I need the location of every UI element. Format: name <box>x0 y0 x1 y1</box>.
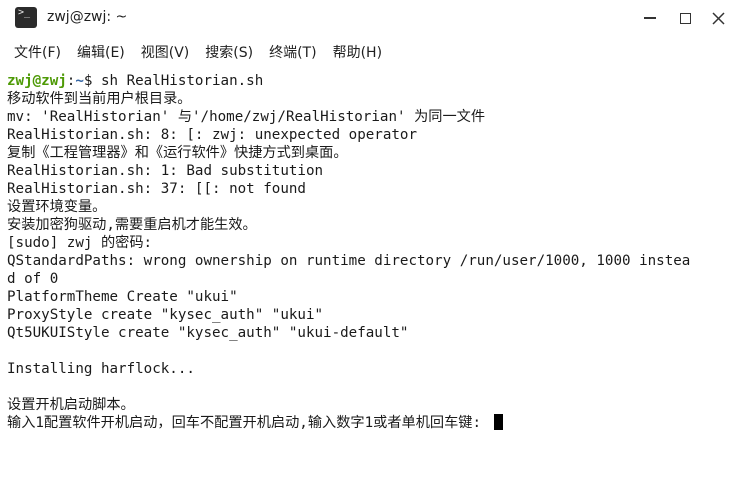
prompt-user: zwj@zwj <box>7 73 67 89</box>
output-line: RealHistorian.sh: 1: Bad substitution <box>7 163 324 179</box>
window-title: zwj@zwj: ~ <box>47 9 128 25</box>
prompt-path: ~ <box>75 73 84 89</box>
menu-search[interactable]: 搜索(S) <box>205 42 253 62</box>
maximize-button[interactable] <box>672 6 698 30</box>
minimize-icon <box>644 17 656 19</box>
input-prompt: 输入1配置软件开机启动，回车不配置开机启动,输入数字1或者单机回车键: <box>7 415 490 431</box>
output-line: Installing harflock... <box>7 361 195 377</box>
output-line: ProxyStyle create "kysec_auth" "ukui" <box>7 307 324 323</box>
menu-file[interactable]: 文件(F) <box>14 42 61 62</box>
menu-view[interactable]: 视图(V) <box>141 42 190 62</box>
title-bar[interactable]: >_ zwj@zwj: ~ <box>1 0 730 36</box>
output-line: d of 0 <box>7 271 59 287</box>
prompt-line: zwj@zwj:~$ sh RealHistorian.sh <box>7 72 730 90</box>
output-line: [sudo] zwj 的密码: <box>7 235 153 251</box>
output-line: QStandardPaths: wrong ownership on runti… <box>7 253 691 269</box>
menu-terminal[interactable]: 终端(T) <box>269 42 316 62</box>
output-line: 移动软件到当前用户根目录。 <box>7 91 192 107</box>
output-line: PlatformTheme Create "ukui" <box>7 289 238 305</box>
output-line: RealHistorian.sh: 37: [[: not found <box>7 181 306 197</box>
background-window-edge <box>0 0 4 493</box>
output-line: Qt5UKUIStyle create "kysec_auth" "ukui-d… <box>7 325 409 341</box>
terminal-window: >_ zwj@zwj: ~ 文件(F) 编辑(E) 视图(V) 搜索(S) 终端… <box>0 0 730 493</box>
menu-help[interactable]: 帮助(H) <box>333 42 382 62</box>
close-icon <box>711 11 725 25</box>
input-prompt-line: 输入1配置软件开机启动，回车不配置开机启动,输入数字1或者单机回车键: <box>7 414 730 432</box>
output-line: 安装加密狗驱动,需要重启机才能生效。 <box>7 217 257 233</box>
maximize-icon <box>679 12 691 24</box>
minimize-button[interactable] <box>637 6 663 30</box>
terminal-icon: >_ <box>15 7 37 28</box>
menu-edit[interactable]: 编辑(E) <box>77 42 125 62</box>
output-line: 设置环境变量。 <box>7 199 107 215</box>
menu-bar: 文件(F) 编辑(E) 视图(V) 搜索(S) 终端(T) 帮助(H) <box>1 36 730 68</box>
output-line: 设置开机启动脚本。 <box>7 397 135 413</box>
output-line: RealHistorian.sh: 8: [: zwj: unexpected … <box>7 127 417 143</box>
output-line: mv: 'RealHistorian' 与'/home/zwj/RealHist… <box>7 109 486 125</box>
output-line: 复制《工程管理器》和《运行软件》快捷方式到桌面。 <box>7 145 348 161</box>
close-button[interactable] <box>705 6 730 30</box>
terminal-output[interactable]: zwj@zwj:~$ sh RealHistorian.sh 移动软件到当前用户… <box>1 68 730 493</box>
text-cursor <box>493 414 503 430</box>
output-lines: 移动软件到当前用户根目录。 mv: 'RealHistorian' 与'/home… <box>7 90 730 414</box>
prompt-command: $ sh RealHistorian.sh <box>83 73 264 89</box>
